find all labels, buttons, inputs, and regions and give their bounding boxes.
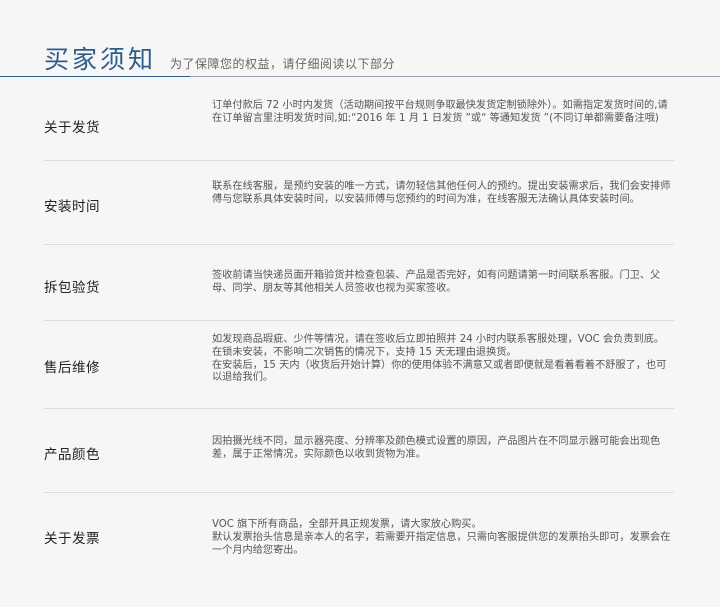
section-text: 订单付款后 72 小时内发货（活动期间按平台规则争取最快发货定制锁除外）。如需指… [212,100,668,124]
section-body: 订单付款后 72 小时内发货（活动期间按平台规则争取最快发货定制锁除外）。如需指… [212,100,675,126]
section-body: 签收前请当快递员面开箱验货并检查包装、产品是否完好，如有问题请第一时间联系客服。… [212,270,675,296]
section-title: 售后维修 [44,360,100,376]
section-text: 默认发票抬头信息是亲本人的名字，若需要开指定信息，只需向客服提供您的发票抬头即可… [212,531,671,556]
section-text: 因拍摄光线不同，显示器亮度、分辨率及颜色模式设置的原因，产品图片在不同显示器可能… [212,436,661,460]
section-title: 关于发票 [44,531,100,547]
section-body: 因拍摄光线不同，显示器亮度、分辨率及颜色模式设置的原因，产品图片在不同显示器可能… [212,436,675,462]
section-text: VOC 旗下所有商品，全部开具正规发票，请大家放心购买。 [212,519,482,530]
page-header: 买家须知 为了保障您的权益，请仔细阅读以下部分 [44,40,395,76]
section-title: 安装时间 [44,199,100,215]
section-text: 联系在线客服，是预约安装的唯一方式，请勿轻信其他任何人的预约。提出安装需求后，我… [212,181,671,205]
section-text: 如发现商品瑕疵、少件等情况，请在签收后立即拍照并 24 小时内联系客服处理，VO… [212,334,665,345]
header-divider [0,76,720,77]
section-divider [44,408,674,409]
section-divider [44,160,674,161]
page-subtitle: 为了保障您的权益，请仔细阅读以下部分 [170,57,396,71]
section-text: 在锁未安装，不影响二次销售的情况下，支持 15 天无理由退换货。 [212,346,517,358]
section-text: 签收前请当快递员面开箱验货并检查包装、产品是否完好，如有问题请第一时间联系客服。… [212,270,661,294]
section-body: 如发现商品瑕疵、少件等情况，请在签收后立即拍照并 24 小时内联系客服处理，VO… [212,334,675,385]
section-title: 产品颜色 [44,447,100,463]
section-divider [44,244,674,245]
page-title: 买家须知 [44,45,157,74]
section-body: 联系在线客服，是预约安装的唯一方式，请勿轻信其他任何人的预约。提出安装需求后，我… [212,181,675,207]
section-divider [44,492,674,493]
section-body: VOC 旗下所有商品，全部开具正规发票，请大家放心购买。 默认发票抬头信息是亲本… [212,519,675,557]
section-divider [44,320,674,321]
section-title: 关于发货 [44,120,100,136]
section-text: 在安装后，15 天内（收货后开始计算）你的使用体验不满意又或者即便就是看着看着不… [212,359,667,384]
section-title: 拆包验货 [44,280,100,296]
